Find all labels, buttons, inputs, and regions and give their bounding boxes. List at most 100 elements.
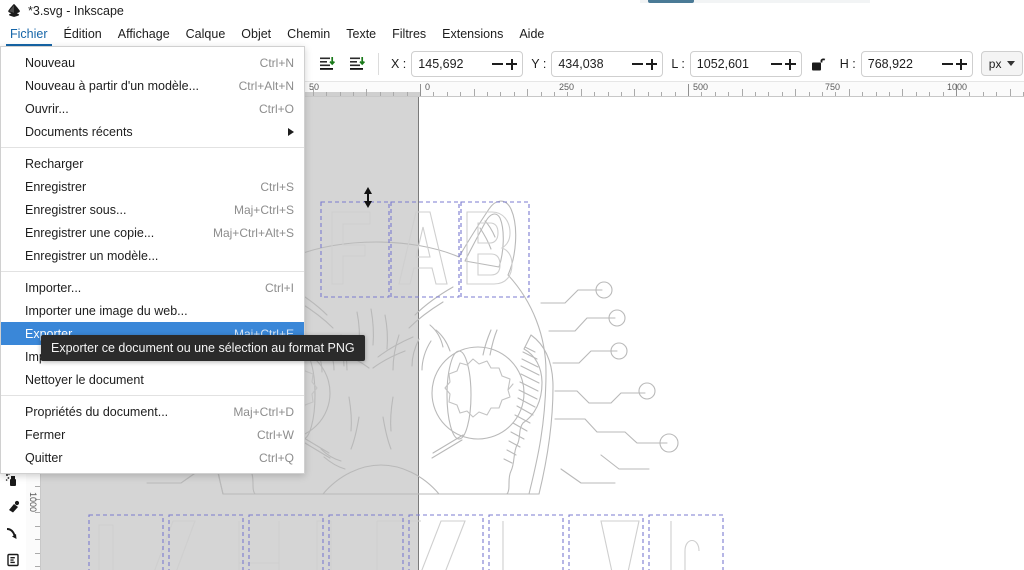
ruler-tick <box>353 92 354 96</box>
menu-item-ouvrir[interactable]: Ouvrir... Ctrl+O <box>1 97 304 120</box>
submenu-arrow-icon <box>288 127 294 136</box>
menu-item-quitter[interactable]: Quitter Ctrl+Q <box>1 446 304 469</box>
width-value: 1052,601 <box>696 56 749 71</box>
ruler-tick <box>35 526 40 527</box>
height-value: 768,922 <box>867 56 913 71</box>
menu-separator <box>1 147 304 148</box>
menu-item-propri-t-s-du-document[interactable]: Propriétés du document... Maj+Ctrl+D <box>1 400 304 423</box>
ruler-tick <box>541 92 542 96</box>
selection-box-bottom-4[interactable] <box>328 514 404 570</box>
menu-label: Affichage <box>117 27 170 41</box>
height-decrement-icon[interactable] <box>941 57 953 70</box>
ruler-tick <box>822 92 823 96</box>
height-group: H : 768,922 <box>834 50 973 77</box>
ruler-tick <box>983 92 984 96</box>
menu-item-nettoyer-le-document[interactable]: Nettoyer le document <box>1 368 304 391</box>
menu-item-enregistrer-un-mod-le[interactable]: Enregistrer un modèle... <box>1 244 304 267</box>
menu-item-label: Enregistrer sous... <box>25 202 127 217</box>
ruler-tick <box>862 92 863 96</box>
height-steppers[interactable] <box>941 57 972 70</box>
active-tab-indicator[interactable] <box>648 0 694 3</box>
units-value: px <box>988 56 1002 71</box>
ruler-tick <box>581 89 582 96</box>
inkscape-logo-icon <box>8 4 20 17</box>
menu-affichage[interactable]: Affichage <box>110 22 178 46</box>
menu-item-shortcut: Ctrl+Q <box>258 450 294 465</box>
menu-fichier[interactable]: Fichier <box>2 22 56 46</box>
selection-box-bottom-8[interactable] <box>648 514 724 570</box>
selection-box-letter-a[interactable] <box>390 201 460 298</box>
menu-item-label: Nouveau <box>25 55 76 70</box>
menu-item-enregistrer-une-copie[interactable]: Enregistrer une copie... Maj+Ctrl+Alt+S <box>1 221 304 244</box>
height-field[interactable]: 768,922 <box>860 50 973 77</box>
width-decrement-icon[interactable] <box>770 57 782 70</box>
y-label: Y : <box>531 56 547 71</box>
menu-item-importer[interactable]: Importer... Ctrl+I <box>1 276 304 299</box>
ruler-tick <box>889 92 890 96</box>
menu-item-nouveau[interactable]: Nouveau Ctrl+N <box>1 51 304 74</box>
selection-box-letter-f[interactable] <box>320 201 390 298</box>
tool-connector-icon[interactable] <box>2 524 24 544</box>
menu-item-nouveau-partir-d-un-mod-le[interactable]: Nouveau à partir d'un modèle... Ctrl+Alt+… <box>1 74 304 97</box>
ruler-tick <box>366 89 367 96</box>
y-increment-icon[interactable] <box>646 57 658 70</box>
lower-selection-icon[interactable] <box>344 51 370 77</box>
file-menu-dropdown[interactable]: Nouveau Ctrl+N Nouveau à partir d'un modèl… <box>0 46 305 474</box>
ruler-label: 250 <box>559 82 575 92</box>
bottom-letters-group <box>88 514 724 570</box>
menu-item-enregistrer-sous[interactable]: Enregistrer sous... Maj+Ctrl+S <box>1 198 304 221</box>
selection-box-bottom-3[interactable] <box>248 514 324 570</box>
x-coordinate-field[interactable]: 145,692 <box>411 50 524 77</box>
y-coordinate-group: Y : 434,038 <box>525 50 664 77</box>
menu-item-documents-r-cents[interactable]: Documents récents <box>1 120 304 143</box>
ruler-tick <box>929 92 930 96</box>
ruler-label: 1000 <box>28 492 38 513</box>
menu-aide[interactable]: Aide <box>511 22 552 46</box>
lock-open-icon[interactable] <box>806 51 832 77</box>
menu-item-label: Nettoyer le document <box>25 372 144 387</box>
y-decrement-icon[interactable] <box>632 57 644 70</box>
width-steppers[interactable] <box>770 57 801 70</box>
menu-calque[interactable]: Calque <box>178 22 234 46</box>
selection-box-bottom-5[interactable] <box>408 514 484 570</box>
x-steppers[interactable] <box>492 57 522 70</box>
tool-eraser-icon[interactable] <box>2 497 24 517</box>
menu-item-recharger[interactable]: Recharger <box>1 152 304 175</box>
ruler-tick <box>675 92 676 96</box>
ruler-tick <box>447 92 448 96</box>
height-increment-icon[interactable] <box>955 57 967 70</box>
x-increment-icon[interactable] <box>506 57 518 70</box>
y-coordinate-field[interactable]: 434,038 <box>551 50 664 77</box>
menu-item-label: Propriétés du document... <box>25 404 169 419</box>
menu-texte[interactable]: Texte <box>338 22 384 46</box>
raise-selection-icon[interactable] <box>314 51 340 77</box>
ruler-tick <box>487 92 488 96</box>
width-increment-icon[interactable] <box>784 57 796 70</box>
menu-objet[interactable]: Objet <box>233 22 279 46</box>
menu-item-fermer[interactable]: Fermer Ctrl+W <box>1 423 304 446</box>
width-field[interactable]: 1052,601 <box>689 50 802 77</box>
menu-bar: Fichier Édition Affichage Calque Objet Chemin… <box>0 22 1024 46</box>
menu-dition[interactable]: Édition <box>56 22 110 46</box>
units-select[interactable]: px <box>980 51 1024 76</box>
menu-label: Édition <box>63 27 102 41</box>
menu-extensions[interactable]: Extensions <box>434 22 511 46</box>
selection-box-bottom-6[interactable] <box>488 514 564 570</box>
menu-item-enregistrer[interactable]: Enregistrer Ctrl+S <box>1 175 304 198</box>
ruler-tick <box>809 92 810 96</box>
ruler-tick <box>943 92 944 96</box>
menu-item-importer-une-image-du-web[interactable]: Importer une image du web... <box>1 299 304 322</box>
selection-box-bottom-1[interactable] <box>88 514 164 570</box>
x-decrement-icon[interactable] <box>492 57 504 70</box>
ruler-tick <box>608 92 609 96</box>
menu-filtres[interactable]: Filtres <box>384 22 434 46</box>
menu-item-label: Enregistrer une copie... <box>25 225 155 240</box>
menu-chemin[interactable]: Chemin <box>279 22 338 46</box>
y-steppers[interactable] <box>632 57 662 70</box>
menu-label: Filtres <box>392 27 427 41</box>
tool-text-icon[interactable] <box>2 550 24 570</box>
x-label: X : <box>391 56 407 71</box>
menu-label: Chemin <box>287 27 331 41</box>
ruler-label: 500 <box>693 82 709 92</box>
inkscape-window: *3.svg - Inkscape Fichier Édition Affichag… <box>0 0 1024 570</box>
